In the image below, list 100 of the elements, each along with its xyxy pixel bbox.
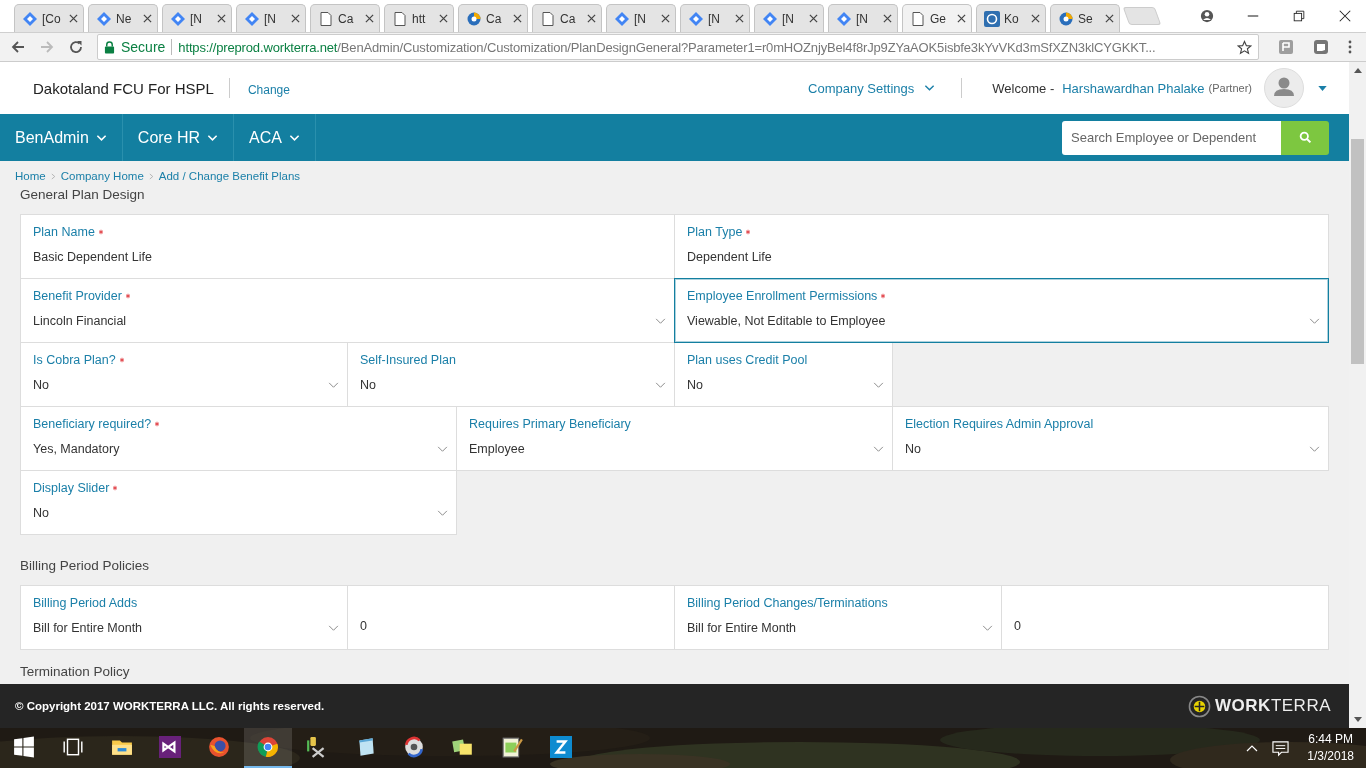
browser-tab[interactable]: [N: [236, 4, 306, 33]
avatar-icon[interactable]: [1264, 68, 1304, 108]
close-icon[interactable]: [735, 14, 744, 24]
field-label: Benefit Provider: [33, 289, 122, 303]
dropdown-field[interactable]: Employee Enrollment Permissions Viewable, Not Editable to Employee: [674, 278, 1329, 343]
dropdown-field[interactable]: Self-Insured Plan No: [347, 342, 675, 407]
search-field[interactable]: Search Employee or Dependent: [1062, 120, 1281, 155]
field-value: Basic Dependent Life: [33, 250, 152, 264]
close-icon[interactable]: [1105, 14, 1114, 24]
change-link[interactable]: Change: [247, 82, 290, 97]
search-icon: [1298, 131, 1312, 144]
field-label: Is Cobra Plan?: [33, 353, 116, 367]
diamond-icon: [96, 10, 112, 27]
scrollbar-thumb[interactable]: [1351, 139, 1364, 364]
dropdown-field[interactable]: Benefit Provider Lincoln Financial: [20, 278, 675, 343]
field-label: Plan uses Credit Pool: [687, 353, 808, 367]
close-icon[interactable]: [587, 14, 596, 24]
chevron-up-icon[interactable]: [1246, 744, 1259, 752]
search-button[interactable]: [1281, 120, 1329, 155]
dropdown-field[interactable]: Plan uses Credit Pool No: [674, 342, 893, 407]
chrome-icon: [257, 736, 279, 758]
notification-icon[interactable]: [1272, 739, 1290, 757]
clock-time: 6:44 PM: [1308, 731, 1353, 748]
diamond-icon: [22, 10, 38, 27]
profile-icon[interactable]: [1200, 9, 1214, 24]
dropdown-field[interactable]: Election Requires Admin Approval No: [892, 406, 1329, 471]
close-icon[interactable]: [957, 14, 966, 24]
browser-tab[interactable]: [N: [606, 4, 676, 33]
scroll-up-icon[interactable]: [1353, 68, 1362, 73]
dropdown-field[interactable]: Billing Period Changes/Terminations Bill for Entire Month: [674, 585, 1002, 650]
browser-tab[interactable]: [N: [828, 4, 898, 33]
browser-tab[interactable]: Ca: [532, 4, 602, 33]
field-label: Billing Period Changes/Terminations: [687, 596, 888, 610]
browser-tab[interactable]: Ca: [310, 4, 380, 33]
section-title: Billing Period Policies: [20, 558, 151, 574]
field-value: No: [360, 378, 376, 392]
scroll-down-icon[interactable]: [1353, 717, 1362, 722]
nav-menu-item[interactable]: BenAdmin: [15, 128, 89, 147]
browser-tab[interactable]: Se: [1050, 4, 1120, 33]
swirl-icon: [466, 10, 482, 27]
close-icon[interactable]: [513, 14, 522, 24]
address-field[interactable]: Secure https://preprod.workterra.net/BenAdmin/Customization/Customization/PlanDesignGeneral?Parameter1=r0mHOZnjyBel4f8rJp9ZYaAOK5isbfe3kYvVKd3mSfXZN3klCYGKKT...: [97, 34, 1259, 61]
company-settings-menu[interactable]: Company Settings: [808, 80, 915, 96]
extension-icon[interactable]: [1313, 39, 1329, 56]
wheel-icon: [984, 10, 1000, 27]
dropdown-field[interactable]: Is Cobra Plan? No: [20, 342, 348, 407]
task-view-icon: [61, 736, 84, 758]
restore-icon[interactable]: [1292, 9, 1306, 24]
copyright-text: © Copyright 2017 WORKTERRA LLC. All rights reserved.: [15, 700, 325, 712]
fox-globe-icon: [208, 736, 231, 758]
close-icon[interactable]: [217, 14, 226, 24]
page-icon: [392, 10, 408, 27]
dropdown-field[interactable]: Display Slider No: [20, 470, 457, 535]
field-label: Election Requires Admin Approval: [905, 417, 1094, 431]
z-app-icon: [549, 736, 572, 758]
browser-tab[interactable]: htt: [384, 4, 454, 33]
field-value: Bill for Entire Month: [687, 621, 797, 635]
caret-icon[interactable]: [1318, 85, 1327, 91]
close-icon[interactable]: [439, 14, 448, 24]
close-icon[interactable]: [883, 14, 892, 24]
dropdown-field[interactable]: Beneficiary required? Yes, Mandatory: [20, 406, 457, 471]
breadcrumb-link[interactable]: Add / Change Benefit Plans: [158, 170, 301, 182]
browser-tab[interactable]: Ne: [88, 4, 158, 33]
close-icon[interactable]: [69, 14, 78, 24]
close-icon[interactable]: [1338, 9, 1352, 24]
nav-menu-item[interactable]: ACA: [249, 128, 282, 147]
browser-tab[interactable]: [Co: [14, 4, 84, 33]
reload-icon[interactable]: [68, 39, 84, 56]
user-name-link[interactable]: Harshawardhan Phalake: [1062, 80, 1205, 96]
chevron-icon: [50, 172, 56, 180]
close-icon[interactable]: [1031, 14, 1040, 24]
windows-icon: [13, 736, 35, 758]
close-icon[interactable]: [809, 14, 818, 24]
browser-tab[interactable]: [N: [680, 4, 750, 33]
chevron-icon: [148, 172, 154, 180]
close-icon[interactable]: [365, 14, 374, 24]
star-icon[interactable]: [1237, 39, 1252, 55]
browser-tab[interactable]: Ge: [902, 4, 972, 33]
browser-tab[interactable]: Ca: [458, 4, 528, 33]
diamond-icon: [170, 10, 186, 27]
input-field[interactable]: 0: [347, 585, 675, 650]
input-field[interactable]: 0: [1001, 585, 1329, 650]
chevron-down-icon[interactable]: [924, 84, 936, 92]
close-icon[interactable]: [291, 14, 300, 24]
field-value: No: [905, 442, 921, 456]
lock-icon: [104, 40, 115, 54]
company-name: Dakotaland FCU For HSPL: [33, 79, 214, 97]
page-icon: [540, 10, 556, 27]
infinity-icon: [159, 736, 182, 758]
breadcrumb-link[interactable]: Company Home: [60, 170, 144, 182]
breadcrumb-link[interactable]: Home: [15, 170, 46, 182]
close-icon[interactable]: [661, 14, 670, 24]
browser-tab[interactable]: [N: [162, 4, 232, 33]
browser-tab[interactable]: [N: [754, 4, 824, 33]
dropdown-field[interactable]: Billing Period Adds Bill for Entire Month: [20, 585, 348, 650]
taskbar-chrome-button[interactable]: [244, 728, 292, 768]
browser-tab[interactable]: Ko: [976, 4, 1046, 33]
nav-menu-item[interactable]: Core HR: [137, 128, 201, 147]
close-icon[interactable]: [143, 14, 152, 24]
dropdown-field[interactable]: Requires Primary Beneficiary Employee: [456, 406, 893, 471]
